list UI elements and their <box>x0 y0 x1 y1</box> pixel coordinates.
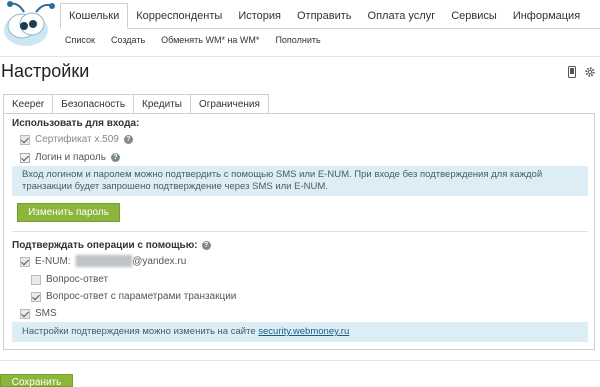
tab-limits[interactable]: Ограничения <box>189 94 269 114</box>
sub-nav: Список Создать Обменять WM* на WM* Попол… <box>60 30 329 50</box>
nav-history[interactable]: История <box>230 3 289 28</box>
nav-send[interactable]: Отправить <box>289 3 360 28</box>
nav-pay-services[interactable]: Оплата услуг <box>360 3 444 28</box>
confirm-info-box: Настройки подтверждения можно изменить н… <box>12 322 588 342</box>
subnav-list[interactable]: Список <box>60 35 103 45</box>
nav-services[interactable]: Сервисы <box>443 3 505 28</box>
security-site-link[interactable]: security.webmoney.ru <box>258 326 349 337</box>
webmoney-logo[interactable] <box>2 0 58 48</box>
question-checkbox[interactable] <box>31 274 41 285</box>
subnav-create[interactable]: Создать <box>103 35 153 45</box>
security-panel: Использовать для входа: Сертификат x.509… <box>3 113 595 350</box>
nav-wallets[interactable]: Кошельки <box>60 3 129 29</box>
main-nav: Кошельки Корреспонденты История Отправит… <box>60 3 600 29</box>
tab-keeper[interactable]: Keeper <box>3 94 53 114</box>
change-password-button[interactable]: Изменить пароль <box>17 203 120 222</box>
enum-option: E-NUM: ████████ @yandex.ru <box>20 256 186 267</box>
section-divider <box>12 231 588 232</box>
enum-label: E-NUM: <box>35 256 71 267</box>
question-label: Вопрос-ответ <box>46 274 109 285</box>
password-option: Логин и пароль ? <box>20 152 120 163</box>
nav-information[interactable]: Информация <box>505 3 588 28</box>
confirm-section-title: Подтверждать операции с помощью: <box>12 240 198 251</box>
login-section-title: Использовать для входа: <box>12 118 140 129</box>
help-icon[interactable]: ? <box>123 135 133 144</box>
login-info-box: Вход логином и паролем можно подтвердить… <box>12 166 588 196</box>
subnav-exchange[interactable]: Обменять WM* на WM* <box>153 35 267 45</box>
header-divider <box>0 56 600 57</box>
help-icon[interactable]: ? <box>110 153 120 162</box>
password-checkbox[interactable] <box>20 152 30 163</box>
tab-credits[interactable]: Кредиты <box>133 94 190 114</box>
subnav-topup[interactable]: Пополнить <box>267 35 328 45</box>
question-option: Вопрос-ответ <box>31 274 108 285</box>
confirm-info-text: Настройки подтверждения можно изменить н… <box>22 326 256 337</box>
help-icon[interactable]: ? <box>201 241 211 250</box>
enum-email: ████████ @yandex.ru <box>76 256 187 267</box>
page-title: Настройки <box>1 61 90 81</box>
question-params-checkbox[interactable] <box>31 291 41 302</box>
login-info-text: Вход логином и паролем можно подтвердить… <box>22 169 543 192</box>
enum-email-domain: @yandex.ru <box>132 256 187 267</box>
nav-correspondents[interactable]: Корреспонденты <box>128 3 230 28</box>
question-params-label: Вопрос-ответ с параметрами транзакции <box>46 291 237 302</box>
tab-security[interactable]: Безопасность <box>52 94 134 114</box>
cert-checkbox[interactable] <box>20 134 30 145</box>
mobile-phone-icon[interactable] <box>568 66 576 81</box>
page-tools <box>568 66 596 81</box>
webmoney-bug-logo-icon <box>4 1 55 46</box>
save-button[interactable]: Сохранить <box>0 374 73 387</box>
password-label: Логин и пароль <box>35 152 106 163</box>
enum-email-hidden: ████████ <box>75 256 133 267</box>
sms-label: SMS <box>35 308 57 319</box>
question-params-option: Вопрос-ответ с параметрами транзакции <box>31 291 236 302</box>
sms-option: SMS <box>20 308 57 319</box>
cert-option: Сертификат x.509 ? <box>20 134 133 145</box>
cert-label: Сертификат x.509 <box>35 134 119 145</box>
settings-tabs: Keeper Безопасность Кредиты Ограничения <box>3 94 269 114</box>
sms-checkbox[interactable] <box>20 308 30 319</box>
enum-checkbox[interactable] <box>20 256 30 267</box>
confirm-section-header: Подтверждать операции с помощью: ? <box>12 240 211 251</box>
footer-divider <box>0 360 600 361</box>
gear-icon[interactable] <box>584 66 596 81</box>
